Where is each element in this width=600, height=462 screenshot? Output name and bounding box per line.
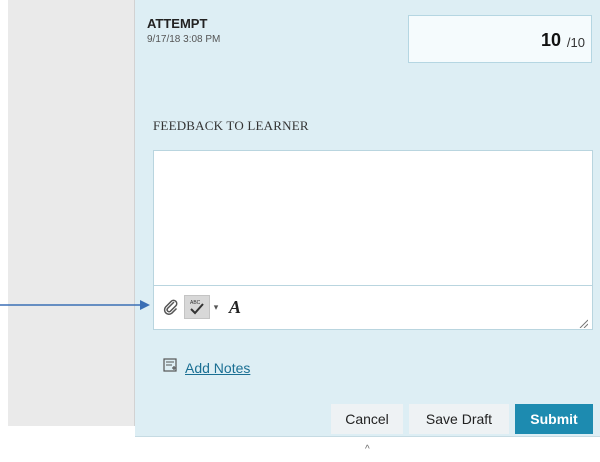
attempt-label: ATTEMPT <box>147 16 208 31</box>
notes-icon[interactable] <box>163 358 177 377</box>
svg-text:ABC: ABC <box>190 300 201 306</box>
pointer-arrow-icon <box>0 300 150 310</box>
chevron-down-icon[interactable]: ▾ <box>211 295 221 319</box>
attempt-date: 9/17/18 3:08 PM <box>147 34 221 45</box>
cancel-button[interactable]: Cancel <box>331 404 403 434</box>
feedback-label: FEEDBACK TO LEARNER <box>153 118 309 133</box>
grade-total: /10 <box>566 35 585 50</box>
grade-input[interactable]: 10 /10 <box>408 15 592 63</box>
feedback-text-area[interactable] <box>154 151 592 286</box>
chevron-up-icon[interactable]: ^ <box>365 444 370 455</box>
submit-button[interactable]: Submit <box>515 404 593 434</box>
text-format-icon[interactable]: A <box>224 295 246 319</box>
add-notes-link[interactable]: Add Notes <box>185 360 250 376</box>
paperclip-icon[interactable] <box>160 295 182 319</box>
left-column <box>8 0 135 426</box>
resize-grip-icon[interactable] <box>578 315 589 329</box>
feedback-editor: ABC ▾ A <box>153 150 593 330</box>
add-notes: Add Notes <box>163 358 250 377</box>
spellcheck-icon[interactable]: ABC <box>184 295 210 319</box>
editor-toolbar: ABC ▾ A <box>154 286 592 330</box>
save-draft-button[interactable]: Save Draft <box>409 404 509 434</box>
grade-score: 10 <box>540 30 561 50</box>
